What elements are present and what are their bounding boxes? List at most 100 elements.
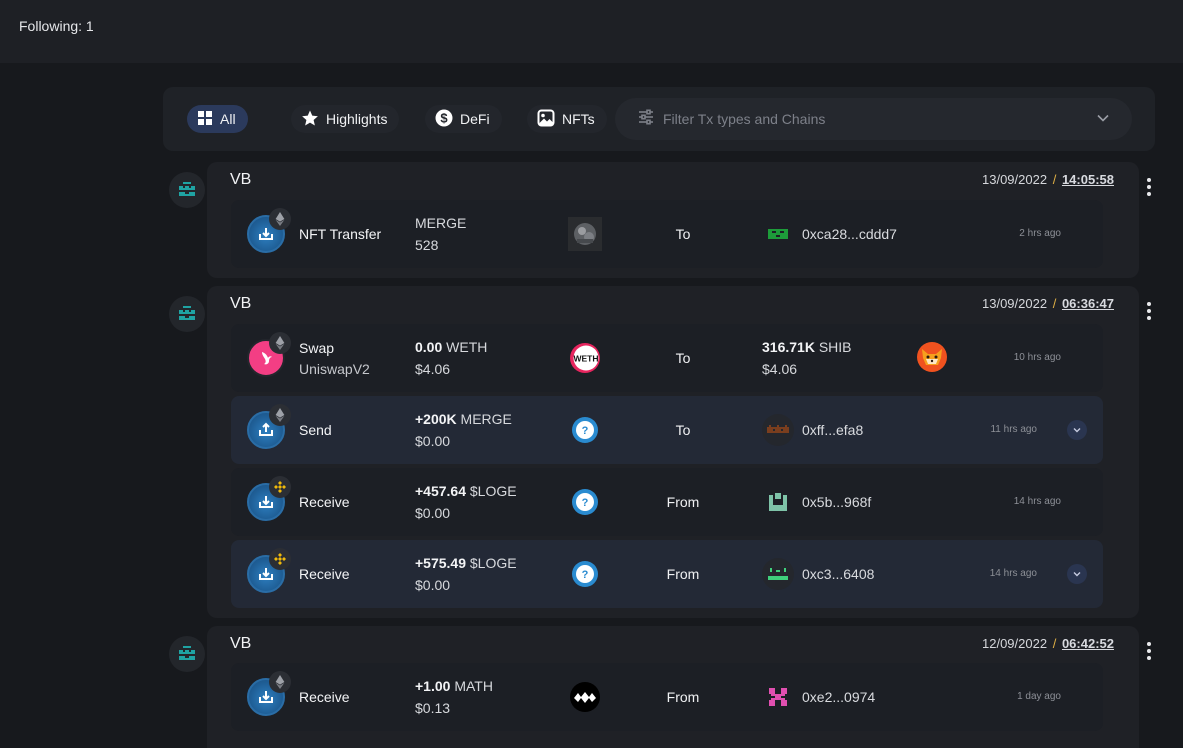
expand-chevron-icon[interactable]	[1067, 420, 1087, 440]
weth-token-icon[interactable]: WETH	[568, 341, 602, 375]
group-name: VB	[230, 171, 252, 188]
tx-group: VB 13/09/2022 / 06:36:47 Swap UniswapV2 …	[207, 286, 1139, 618]
amount-value: 0.00	[415, 339, 443, 355]
swap-output-amount: 316.71K SHIB $4.06	[762, 324, 852, 392]
tab-all[interactable]: All	[187, 105, 248, 133]
more-options-icon[interactable]	[1140, 176, 1158, 198]
filter-bar: All Highlights $ DeFi NFTs	[163, 87, 1155, 151]
tx-action: Receive	[299, 494, 350, 510]
tab-nfts[interactable]: NFTs	[527, 105, 607, 133]
tx-row[interactable]: Receive +575.49 $LOGE $0.00 ? From 0xc3.…	[231, 540, 1103, 608]
tx-group: VB 12/09/2022 / 06:42:52 Receive +1.00 M…	[207, 626, 1139, 748]
svg-text:?: ?	[582, 425, 589, 437]
counterparty-address[interactable]: 0xe2...0974	[802, 663, 875, 731]
counterparty-avatar-icon	[762, 486, 794, 518]
group-date: 13/09/2022	[982, 172, 1048, 187]
tab-highlights[interactable]: Highlights	[291, 105, 400, 133]
following-count: Following: 1	[19, 18, 94, 34]
tx-group: VB 13/09/2022 / 14:05:58 NFT Transfer ME…	[207, 162, 1139, 278]
counterparty-avatar-icon	[768, 224, 788, 244]
amount-usd: $0.00	[415, 577, 451, 593]
nft-collection: MERGE	[415, 215, 467, 231]
tab-nfts-label: NFTs	[562, 111, 595, 127]
tx-amount: +200K MERGE $0.00	[415, 396, 512, 464]
amount-token: $LOGE	[469, 483, 517, 499]
avatar[interactable]	[169, 172, 205, 208]
chevron-down-icon[interactable]	[1096, 111, 1110, 130]
counterparty-address[interactable]: 0xc3...6408	[802, 540, 874, 608]
tx-protocol: UniswapV2	[299, 360, 370, 377]
tx-amount: 0.00 WETH $4.06	[415, 324, 487, 392]
tx-action: NFT Transfer	[299, 226, 382, 242]
group-timestamp: 13/09/2022 / 06:36:47	[982, 296, 1114, 311]
counterparty-address[interactable]: 0xca28...cddd7	[802, 200, 897, 268]
more-options-icon[interactable]	[1140, 300, 1158, 322]
filter-input[interactable]	[663, 111, 1083, 127]
math-token-icon[interactable]	[568, 680, 602, 714]
group-time-link[interactable]: 14:05:58	[1062, 172, 1114, 187]
more-options-icon[interactable]	[1140, 640, 1158, 662]
unknown-token-icon[interactable]: ?	[568, 485, 602, 519]
amount-token: $LOGE	[469, 555, 517, 571]
bnb-chain-icon	[269, 476, 291, 498]
tx-action: Swap UniswapV2	[299, 324, 370, 392]
group-time-link[interactable]: 06:42:52	[1062, 636, 1114, 651]
group-timestamp: 12/09/2022 / 06:42:52	[982, 636, 1114, 651]
ethereum-icon	[269, 404, 291, 426]
timestamp-separator: /	[1052, 636, 1057, 651]
tx-action: Send	[299, 422, 332, 438]
nft-token-id: 528	[415, 237, 439, 253]
output-token: SHIB	[818, 339, 852, 355]
tx-action-label: Swap	[299, 339, 335, 356]
ethereum-icon	[269, 671, 291, 693]
unknown-token-icon[interactable]: ?	[568, 557, 602, 591]
counterparty-avatar-icon	[762, 681, 794, 713]
avatar[interactable]	[169, 296, 205, 332]
amount-token: MATH	[454, 678, 493, 694]
tx-time-ago: 1 day ago	[1017, 691, 1061, 702]
timestamp-separator: /	[1052, 296, 1057, 311]
tx-time-ago: 11 hrs ago	[990, 424, 1037, 435]
avatar[interactable]	[169, 636, 205, 672]
tx-time-ago: 14 hrs ago	[989, 568, 1037, 579]
counterparty-avatar-icon	[762, 558, 794, 590]
output-usd: $4.06	[762, 361, 798, 377]
amount-value: +457.64	[415, 483, 466, 499]
dollar-icon: $	[435, 109, 453, 130]
tx-time-ago: 14 hrs ago	[1013, 496, 1061, 507]
expand-chevron-icon[interactable]	[1067, 564, 1087, 584]
image-icon	[537, 109, 555, 130]
ethereum-icon	[269, 332, 291, 354]
top-bar: Following: 1	[0, 0, 1183, 63]
filter-search[interactable]	[615, 98, 1132, 140]
tx-direction: To	[675, 226, 691, 242]
shib-token-icon[interactable]	[916, 341, 950, 375]
grid-icon	[197, 110, 213, 129]
tab-highlights-label: Highlights	[326, 111, 388, 127]
counterparty-address[interactable]: 0xff...efa8	[802, 396, 863, 464]
ethereum-icon	[269, 208, 291, 230]
sliders-icon	[637, 108, 655, 131]
tab-defi[interactable]: $ DeFi	[425, 105, 502, 133]
weth-token-label: WETH	[573, 354, 598, 364]
tx-action: Receive	[299, 566, 350, 582]
group-date: 13/09/2022	[982, 296, 1048, 311]
amount-usd: $0.00	[415, 433, 451, 449]
tab-all-label: All	[220, 111, 236, 127]
group-date: 12/09/2022	[982, 636, 1048, 651]
tx-action: Receive	[299, 689, 350, 705]
tx-row[interactable]: Receive +457.64 $LOGE $0.00 ? From 0x5b.…	[231, 468, 1103, 536]
amount-token: WETH	[446, 339, 488, 355]
counterparty-address[interactable]: 0x5b...968f	[802, 468, 871, 536]
tx-amount: MERGE 528	[415, 200, 466, 268]
timestamp-separator: /	[1052, 172, 1057, 187]
group-time-link[interactable]: 06:36:47	[1062, 296, 1114, 311]
unknown-token-icon[interactable]: ?	[568, 413, 602, 447]
tx-row[interactable]: Send +200K MERGE $0.00 ? To 0xff...efa8 …	[231, 396, 1103, 464]
amount-token: MERGE	[460, 411, 512, 427]
tx-row[interactable]: NFT Transfer MERGE 528 To 0xca28...cddd7…	[231, 200, 1103, 268]
group-timestamp: 13/09/2022 / 14:05:58	[982, 172, 1114, 187]
tx-row[interactable]: Swap UniswapV2 0.00 WETH $4.06 WETH To 3…	[231, 324, 1103, 392]
nft-thumbnail-icon[interactable]	[568, 217, 602, 251]
tx-row[interactable]: Receive +1.00 MATH $0.13 From 0xe2...097…	[231, 663, 1103, 731]
